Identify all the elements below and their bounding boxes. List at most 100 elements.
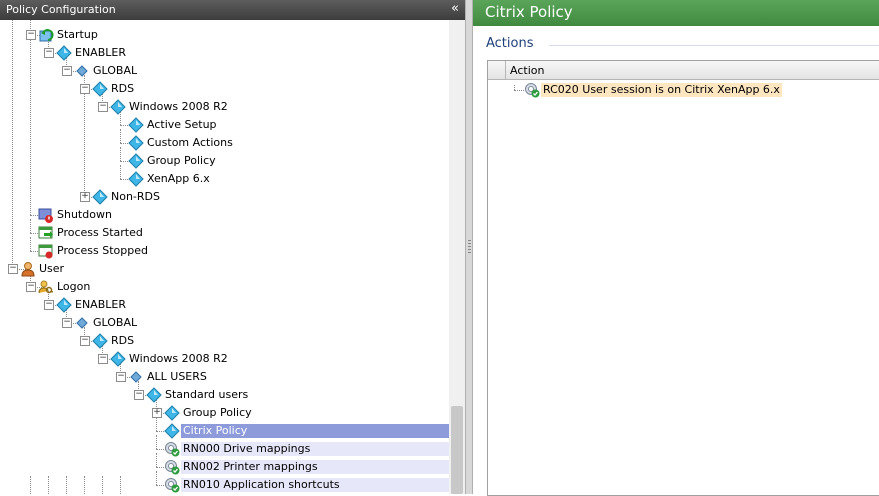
detail-header: Citrix Policy bbox=[473, 0, 879, 26]
tree-node-windows-2008-r2[interactable]: − Windows 2008 R2 bbox=[0, 98, 449, 116]
tree-node-rds[interactable]: − RDS bbox=[0, 332, 449, 350]
tree-node-label: User bbox=[39, 262, 65, 275]
collapse-node-icon[interactable]: − bbox=[44, 300, 54, 310]
collapse-node-icon[interactable]: − bbox=[134, 390, 144, 400]
tree-node-global[interactable]: − GLOBAL bbox=[0, 314, 449, 332]
collapse-node-icon[interactable]: − bbox=[80, 336, 90, 346]
tree-node-label: Startup bbox=[57, 28, 98, 41]
action-row[interactable]: RC020 User session is on Citrix XenApp 6… bbox=[488, 81, 879, 99]
tree-node-label: Standard users bbox=[165, 388, 249, 401]
tree-node-windows-2008-r2[interactable]: − Windows 2008 R2 bbox=[0, 350, 449, 368]
collapse-node-icon[interactable]: − bbox=[26, 282, 36, 292]
script-icon bbox=[164, 459, 180, 475]
tree-node-label: RDS bbox=[111, 334, 135, 347]
tree-node-label: Group Policy bbox=[147, 154, 216, 167]
tree-node-rn000-drive-mappings[interactable]: RN000 Drive mappings bbox=[0, 440, 449, 458]
tree-node-label: ALL USERS bbox=[147, 370, 207, 383]
tree-node-group-policy[interactable]: Group Policy bbox=[0, 152, 449, 170]
tree-node-standard-users[interactable]: − Standard users bbox=[0, 386, 449, 404]
tree-node-label: ENABLER bbox=[75, 298, 126, 311]
collapse-node-icon[interactable]: − bbox=[80, 84, 90, 94]
tree-node-active-setup[interactable]: Active Setup bbox=[0, 116, 449, 134]
user-icon bbox=[20, 261, 36, 277]
tree-node-xenapp-6-x[interactable]: XenApp 6.x bbox=[0, 170, 449, 188]
collapse-node-icon[interactable]: − bbox=[98, 354, 108, 364]
tree-node-label: GLOBAL bbox=[93, 316, 138, 329]
expand-node-icon[interactable]: + bbox=[80, 192, 90, 202]
actions-section-title: Actions bbox=[486, 36, 534, 51]
tree-node-user[interactable]: − User bbox=[0, 260, 449, 278]
tree-node-process-stopped[interactable]: Process Stopped bbox=[0, 242, 449, 260]
diamond-icon bbox=[92, 189, 108, 205]
panel-title: Policy Configuration bbox=[6, 3, 116, 16]
tree-node-group-policy[interactable]: + Group Policy bbox=[0, 404, 449, 422]
script-icon bbox=[164, 441, 180, 457]
collapse-node-icon[interactable]: − bbox=[44, 48, 54, 58]
diamond-icon bbox=[110, 99, 126, 115]
tree-node-label: Logon bbox=[57, 280, 91, 293]
tree-node-label: Custom Actions bbox=[147, 136, 233, 149]
tree-node-rn010-application-shortcuts[interactable]: RN010 Application shortcuts bbox=[0, 476, 449, 494]
shutdown-icon bbox=[38, 207, 54, 223]
row-selector-header[interactable] bbox=[488, 61, 506, 79]
tree-node-label: RN002 Printer mappings bbox=[181, 460, 449, 474]
actions-grid[interactable]: Action RC020 User session is on Citrix X… bbox=[487, 60, 879, 496]
tree-node-label: ENABLER bbox=[75, 46, 126, 59]
tree-node-enabler[interactable]: − ENABLER bbox=[0, 44, 449, 62]
collapse-node-icon[interactable]: − bbox=[116, 372, 126, 382]
diamond-icon bbox=[146, 387, 162, 403]
diamond-icon bbox=[128, 135, 144, 151]
process-started-icon bbox=[38, 225, 54, 241]
collapse-node-icon[interactable]: − bbox=[26, 30, 36, 40]
logon-icon bbox=[38, 279, 54, 295]
tree-node-label: XenApp 6.x bbox=[147, 172, 210, 185]
action-row-label: RC020 User session is on Citrix XenApp 6… bbox=[541, 83, 782, 97]
diamond-icon bbox=[110, 351, 126, 367]
expand-node-icon[interactable]: + bbox=[152, 408, 162, 418]
collapse-node-icon[interactable]: − bbox=[98, 102, 108, 112]
collapse-node-icon[interactable]: − bbox=[62, 66, 72, 76]
action-column-header[interactable]: Action bbox=[510, 64, 544, 77]
policy-configuration-panel: Policy Configuration « − Startup − ENABLER −… bbox=[0, 0, 465, 494]
diamond-icon bbox=[128, 171, 144, 187]
collapse-node-icon[interactable]: − bbox=[62, 318, 72, 328]
tree-node-label: Process Started bbox=[57, 226, 143, 239]
diamond-icon bbox=[128, 153, 144, 169]
diamond-icon bbox=[56, 297, 72, 313]
collapse-node-icon[interactable]: − bbox=[8, 264, 18, 274]
tree-node-label: Citrix Policy bbox=[181, 424, 449, 438]
tree-vertical-scrollbar[interactable] bbox=[449, 20, 465, 494]
collapse-panel-icon[interactable]: « bbox=[451, 1, 459, 16]
scrollbar-thumb[interactable] bbox=[451, 406, 463, 494]
detail-title: Citrix Policy bbox=[485, 3, 573, 21]
tree-node-startup[interactable]: − Startup bbox=[0, 26, 449, 44]
tree-node-enabler[interactable]: − ENABLER bbox=[0, 296, 449, 314]
tree-node-all-users[interactable]: − ALL USERS bbox=[0, 368, 449, 386]
tree-node-label: RN000 Drive mappings bbox=[181, 442, 449, 456]
diamond-icon bbox=[56, 45, 72, 61]
tree-node-shutdown[interactable]: Shutdown bbox=[0, 206, 449, 224]
diamond-icon bbox=[164, 423, 180, 439]
diamond-icon bbox=[92, 333, 108, 349]
tree-node-rn002-printer-mappings[interactable]: RN002 Printer mappings bbox=[0, 458, 449, 476]
tree-node-rds[interactable]: − RDS bbox=[0, 80, 449, 98]
tree-node-non-rds[interactable]: + Non-RDS bbox=[0, 188, 449, 206]
small-diamond-icon bbox=[74, 315, 90, 331]
tree-node-citrix-policy[interactable]: Citrix Policy bbox=[0, 422, 449, 440]
tree-node-logon[interactable]: − Logon bbox=[0, 278, 449, 296]
tree-node-label: Process Stopped bbox=[57, 244, 148, 257]
tree-node-label: Non-RDS bbox=[111, 190, 160, 203]
tree-node-label: Active Setup bbox=[147, 118, 217, 131]
diamond-icon bbox=[92, 81, 108, 97]
tree-node-label: GLOBAL bbox=[93, 64, 138, 77]
tree-node-global[interactable]: − GLOBAL bbox=[0, 62, 449, 80]
process-stopped-icon bbox=[38, 243, 54, 259]
tree-node-process-started[interactable]: Process Started bbox=[0, 224, 449, 242]
tree-node-label: Group Policy bbox=[183, 406, 252, 419]
policy-tree[interactable]: − Startup − ENABLER − GLOBAL − RDS − Windows 2008… bbox=[0, 20, 449, 494]
panel-splitter[interactable] bbox=[465, 0, 473, 494]
diamond-icon bbox=[164, 405, 180, 421]
diamond-icon bbox=[128, 117, 144, 133]
tree-node-custom-actions[interactable]: Custom Actions bbox=[0, 134, 449, 152]
small-diamond-icon bbox=[74, 63, 90, 79]
